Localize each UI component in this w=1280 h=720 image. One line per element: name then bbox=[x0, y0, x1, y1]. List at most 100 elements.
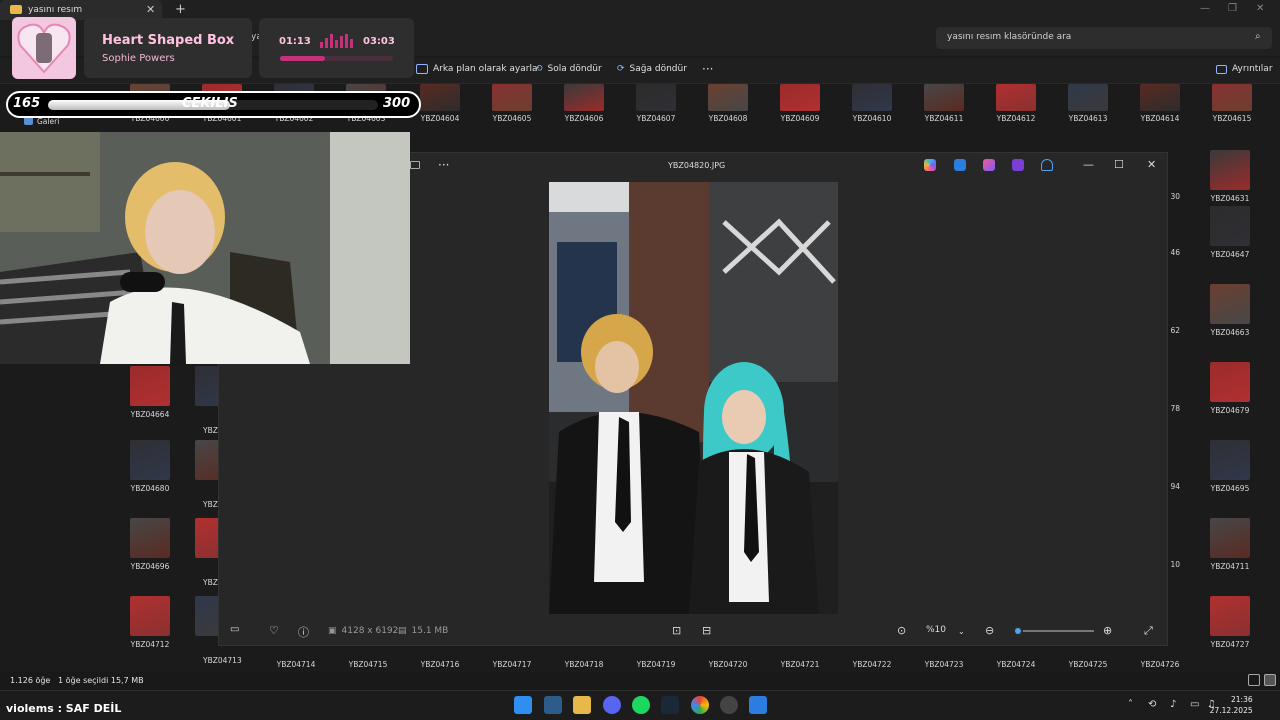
photo-thumbnail[interactable] bbox=[852, 84, 892, 111]
visual-search-icon[interactable]: ⊡ bbox=[672, 624, 681, 637]
photo-thumbnail[interactable] bbox=[1210, 206, 1250, 246]
sidebar-item-gallery[interactable]: Galeri bbox=[37, 117, 59, 126]
clipchamp-icon[interactable] bbox=[1012, 159, 1024, 171]
onedrive-icon[interactable] bbox=[1041, 159, 1053, 171]
taskbar-clock[interactable]: 21:36 27.12.2025 bbox=[1210, 694, 1253, 716]
photo-thumbnail[interactable] bbox=[420, 84, 460, 111]
file-explorer-icon[interactable] bbox=[573, 696, 591, 714]
photo-thumbnail[interactable] bbox=[1210, 440, 1250, 480]
rotate-right-icon: ⟳ bbox=[617, 64, 625, 74]
photo-thumbnail[interactable] bbox=[564, 84, 604, 111]
edit-icon[interactable] bbox=[954, 159, 966, 171]
photo-thumbnail[interactable] bbox=[130, 366, 170, 406]
thumbnail-label: YBZ04718 bbox=[564, 660, 604, 669]
photos-icon[interactable] bbox=[749, 696, 767, 714]
thumbnail-label: YBZ04607 bbox=[636, 114, 676, 123]
photo-thumbnail[interactable] bbox=[780, 84, 820, 111]
spotify-icon[interactable] bbox=[632, 696, 650, 714]
task-view-icon[interactable] bbox=[544, 696, 562, 714]
selection-info: 1 öğe seçildi 15,7 MB bbox=[58, 676, 144, 685]
photo-thumbnail[interactable] bbox=[1210, 596, 1250, 636]
equalizer-icon bbox=[320, 34, 353, 48]
chrome-icon[interactable] bbox=[691, 696, 709, 714]
photo-thumbnail[interactable] bbox=[1140, 84, 1180, 111]
more-options-button[interactable]: ··· bbox=[702, 62, 713, 76]
rotate-right-button[interactable]: ⟳ Sağa döndür bbox=[617, 64, 687, 74]
desktop-icon bbox=[416, 64, 428, 74]
obs-icon[interactable] bbox=[720, 696, 738, 714]
photo-thumbnail[interactable] bbox=[1212, 84, 1252, 111]
thumbnail-label: YBZ04613 bbox=[1068, 114, 1108, 123]
designer-icon[interactable] bbox=[983, 159, 995, 171]
thumbnail-label: YBZ04725 bbox=[1068, 660, 1108, 669]
zoom-slider-track[interactable] bbox=[1014, 630, 1094, 632]
photo-thumbnail[interactable] bbox=[1210, 362, 1250, 402]
photo-thumbnail[interactable] bbox=[708, 84, 748, 111]
start-button-icon[interactable] bbox=[514, 696, 532, 714]
steam-icon[interactable] bbox=[661, 696, 679, 714]
thumbnail-label: YBZ04612 bbox=[996, 114, 1036, 123]
tab-close-icon[interactable]: ✕ bbox=[146, 3, 155, 16]
rotate-left-button[interactable]: ⟲ Sola döndür bbox=[535, 64, 602, 74]
thumbnail-label: YBZ04723 bbox=[924, 660, 964, 669]
tray-chevron-icon[interactable]: ˄ bbox=[1128, 699, 1133, 710]
photo-thumbnail[interactable] bbox=[636, 84, 676, 111]
zoom-level[interactable]: %10 bbox=[926, 625, 946, 635]
restore-icon[interactable]: ❐ bbox=[1228, 3, 1237, 14]
text-recognition-icon[interactable]: ⊟ bbox=[702, 624, 711, 637]
tiles-view-icon[interactable] bbox=[1264, 674, 1276, 686]
viewer-more-button[interactable]: ··· bbox=[438, 158, 449, 172]
minimize-icon[interactable]: — bbox=[1200, 3, 1210, 14]
set-background-button[interactable]: Arka plan olarak ayarla bbox=[416, 64, 537, 74]
cosplay-photo[interactable] bbox=[549, 182, 838, 614]
photo-thumbnail[interactable] bbox=[130, 440, 170, 480]
copilot-icon[interactable] bbox=[924, 159, 936, 171]
title-bar bbox=[0, 0, 1280, 20]
thumbnail-label: YBZ04611 bbox=[924, 114, 964, 123]
details-view-icon[interactable] bbox=[1248, 674, 1260, 686]
thumbnail-label: YBZ04609 bbox=[780, 114, 820, 123]
zoom-dropdown-chevron-icon[interactable]: ⌄ bbox=[958, 627, 965, 636]
new-tab-icon[interactable]: + bbox=[175, 2, 186, 17]
playback-progress-fill bbox=[280, 56, 326, 61]
viewer-close-icon[interactable]: ✕ bbox=[1147, 158, 1156, 171]
image-dimensions: ▣ 4128 x 6192 bbox=[328, 626, 398, 636]
viewer-maximize-icon[interactable]: ☐ bbox=[1114, 158, 1124, 171]
thumbnail-label: YBZ04719 bbox=[636, 660, 676, 669]
search-icon[interactable]: ⌕ bbox=[1255, 31, 1261, 42]
info-icon[interactable]: ⓘ bbox=[298, 624, 309, 640]
photo-thumbnail[interactable] bbox=[1068, 84, 1108, 111]
close-icon[interactable]: ✕ bbox=[1256, 3, 1264, 14]
microphone-icon[interactable]: ♪ bbox=[1170, 699, 1176, 710]
favorite-icon[interactable]: ♡ bbox=[269, 624, 279, 637]
viewer-minimize-icon[interactable]: — bbox=[1083, 158, 1094, 171]
photo-thumbnail[interactable] bbox=[130, 518, 170, 558]
thumbnail-label: YBZ04713 bbox=[203, 656, 242, 665]
photo-thumbnail[interactable] bbox=[1210, 150, 1250, 190]
discord-icon[interactable] bbox=[603, 696, 621, 714]
network-icon[interactable]: ⟲ bbox=[1148, 699, 1156, 710]
filmstrip-toggle-icon[interactable] bbox=[410, 161, 420, 169]
photo-thumbnail[interactable] bbox=[924, 84, 964, 111]
photo-thumbnail[interactable] bbox=[996, 84, 1036, 111]
zoom-slider-knob[interactable] bbox=[1013, 626, 1023, 636]
zoom-out-icon[interactable]: ⊖ bbox=[985, 624, 994, 637]
fullscreen-icon[interactable]: ⤢ bbox=[1144, 624, 1153, 638]
photo-thumbnail[interactable] bbox=[492, 84, 532, 111]
fit-window-icon[interactable]: ⊙ bbox=[897, 624, 906, 637]
thumbnail-label: YBZ04680 bbox=[130, 484, 170, 493]
filmstrip-icon[interactable]: ▭ bbox=[230, 624, 239, 635]
photo-thumbnail[interactable] bbox=[130, 596, 170, 636]
thumbnail-label: YBZ04715 bbox=[348, 660, 388, 669]
thumbnail-label: YBZ04727 bbox=[1210, 640, 1250, 649]
file-size-value: 15.1 MB bbox=[411, 626, 449, 636]
song-title: Heart Shaped Box bbox=[102, 33, 235, 48]
photo-thumbnail[interactable] bbox=[1210, 284, 1250, 324]
details-button[interactable]: Ayrıntılar bbox=[1216, 64, 1273, 74]
playback-card bbox=[259, 18, 414, 78]
search-input[interactable]: yasını resım klasöründe ara bbox=[936, 27, 1272, 49]
zoom-in-icon[interactable]: ⊕ bbox=[1103, 624, 1112, 637]
rotate-left-label: Sola döndür bbox=[547, 64, 602, 74]
photo-thumbnail[interactable] bbox=[1210, 518, 1250, 558]
thumbnail-label: YBZ04716 bbox=[420, 660, 460, 669]
